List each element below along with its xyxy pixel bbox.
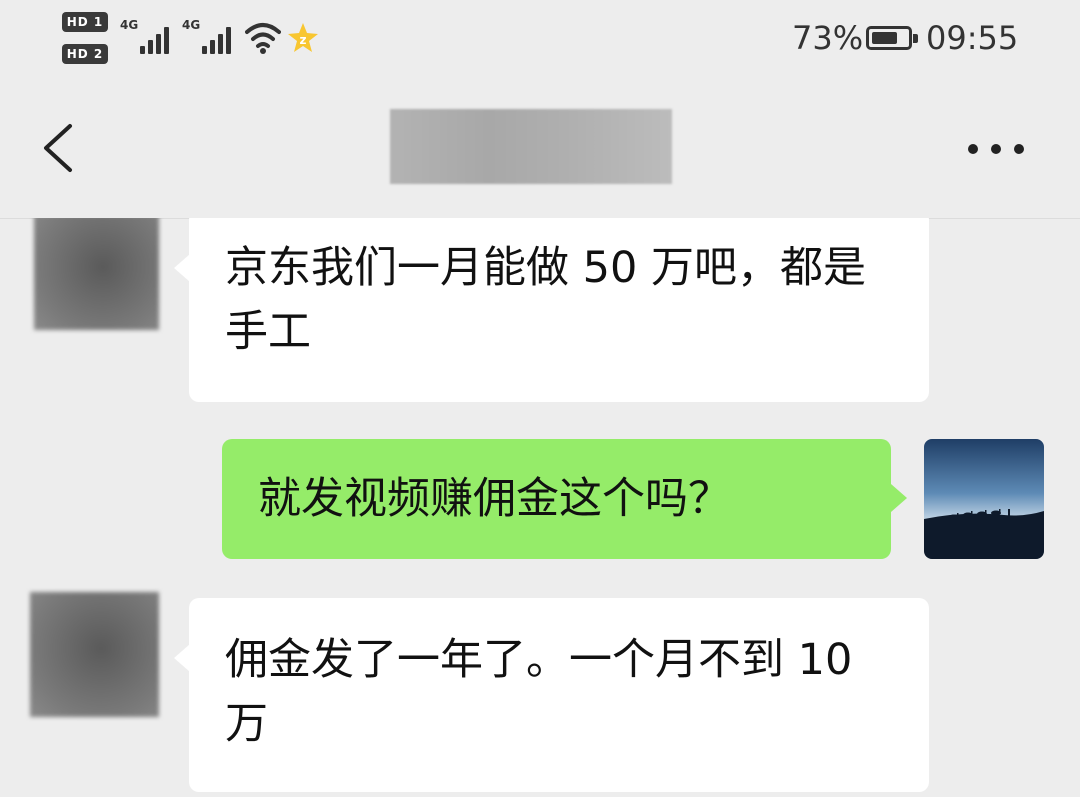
message-bubble-outgoing[interactable]: 就发视频赚佣金这个吗？	[222, 439, 891, 559]
signal-icon: 4G	[182, 18, 234, 54]
network-type-label: 4G	[182, 18, 201, 32]
sim2-badge: HD 2	[62, 44, 108, 64]
message-text: 京东我们一月能做 50 万吧，都是手工	[225, 243, 867, 357]
signal-icon: 4G	[120, 18, 172, 54]
qq-star-icon: z	[288, 23, 318, 52]
message-text: 就发视频赚佣金这个吗？	[258, 474, 731, 524]
chat-title-blurred	[390, 109, 672, 184]
chevron-left-icon[interactable]	[36, 120, 84, 176]
status-right: 73% 09:55	[788, 18, 1018, 58]
status-bar: HD 1 HD 2 4G 4G z 73% 09:55	[0, 0, 1080, 80]
network-type-label: 4G	[120, 18, 139, 32]
sim1-badge: HD 1	[62, 12, 108, 32]
more-dots-icon[interactable]	[964, 132, 1028, 162]
avatar[interactable]	[34, 218, 159, 330]
svg-text:z: z	[300, 33, 307, 47]
battery-percent: 73%	[792, 19, 864, 57]
battery-icon	[866, 26, 918, 50]
message-bubble-incoming[interactable]: 佣金发了一年了。一个月不到 10 万	[189, 598, 929, 792]
chat-header	[0, 80, 1080, 219]
message-list: 京东我们一月能做 50 万吧，都是手工 就发视频赚佣金这个吗？ 佣金发了一年了。…	[0, 218, 1080, 797]
avatar[interactable]	[30, 592, 159, 717]
avatar[interactable]	[924, 439, 1044, 559]
message-text: 佣金发了一年了。一个月不到 10 万	[225, 635, 853, 749]
clock: 09:55	[926, 19, 1019, 57]
wifi-icon	[245, 23, 281, 54]
message-bubble-incoming[interactable]: 京东我们一月能做 50 万吧，都是手工	[189, 218, 929, 402]
